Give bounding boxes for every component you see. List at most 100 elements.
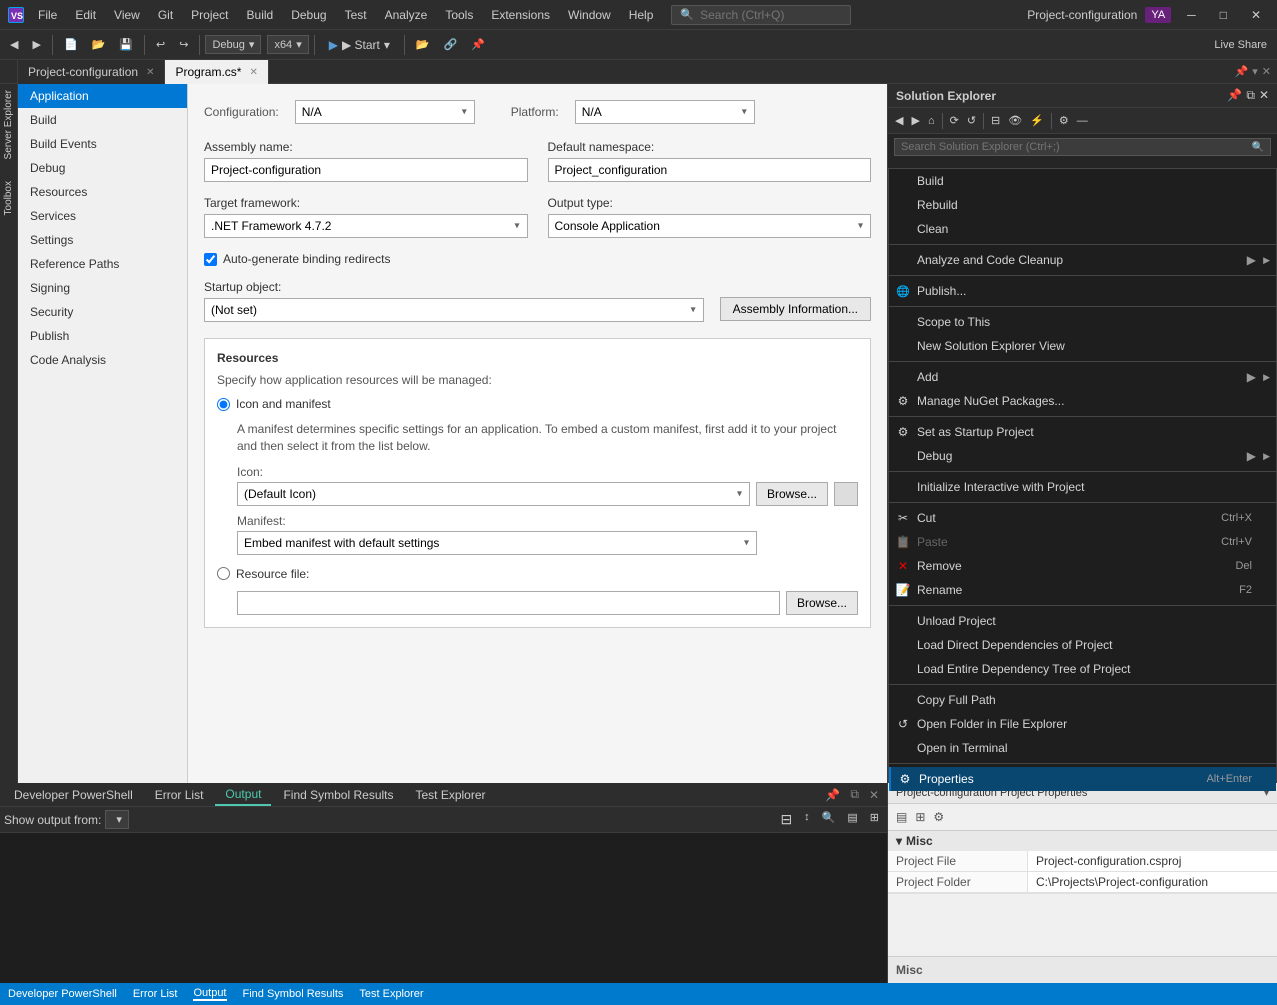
config-select[interactable]: N/A xyxy=(295,100,475,124)
nav-application[interactable]: Application xyxy=(18,84,187,108)
menu-git[interactable]: Git xyxy=(150,4,181,26)
target-framework-select[interactable]: .NET Framework 4.7.2 xyxy=(204,214,528,238)
tab-test-explorer[interactable]: Test Explorer xyxy=(406,785,496,805)
output-clear[interactable]: ⊟ xyxy=(776,809,796,830)
assembly-info-button[interactable]: Assembly Information... xyxy=(720,297,871,321)
search-input[interactable] xyxy=(700,8,830,22)
output-grid[interactable]: ▤ xyxy=(843,809,861,830)
nav-services[interactable]: Services xyxy=(18,204,187,228)
se-toolbar-refresh[interactable]: ↺ xyxy=(964,112,979,129)
props-alpha[interactable]: ⊞ xyxy=(913,808,927,826)
nav-reference-paths[interactable]: Reference Paths xyxy=(18,252,187,276)
auto-generate-checkbox[interactable] xyxy=(204,253,217,266)
toolbar-new[interactable]: 📄 xyxy=(58,35,84,54)
manifest-select[interactable]: Embed manifest with default settings xyxy=(237,531,757,555)
platform-dropdown[interactable]: x64 ▾ xyxy=(267,35,308,54)
close-btn[interactable]: ✕ xyxy=(1243,8,1269,22)
menu-help[interactable]: Help xyxy=(621,4,662,26)
nav-build-events[interactable]: Build Events xyxy=(18,132,187,156)
ctx-interactive[interactable]: Initialize Interactive with Project xyxy=(889,475,1276,499)
ctx-build[interactable]: Build xyxy=(889,169,1276,193)
ctx-rebuild[interactable]: Rebuild xyxy=(889,193,1276,217)
tab-project-config[interactable]: Project-configuration ✕ xyxy=(18,60,165,84)
status-powershell[interactable]: Developer PowerShell xyxy=(8,988,117,1000)
se-toolbar-home[interactable]: ⌂ xyxy=(925,113,938,129)
ctx-clean[interactable]: Clean xyxy=(889,217,1276,241)
toolbar-folder[interactable]: 📂 xyxy=(410,35,436,54)
toolbar-save-all[interactable]: 💾 xyxy=(113,35,139,54)
ctx-copy-path[interactable]: Copy Full Path xyxy=(889,688,1276,712)
props-properties[interactable]: ⚙ xyxy=(931,808,946,826)
nav-resources[interactable]: Resources xyxy=(18,180,187,204)
tab-chevron[interactable]: ▾ xyxy=(1252,65,1258,78)
output-source-dropdown[interactable]: ▾ xyxy=(105,810,129,829)
output-find[interactable]: 🔍 xyxy=(818,809,840,830)
tab-program-cs[interactable]: Program.cs* ✕ xyxy=(165,60,268,84)
ctx-startup[interactable]: ⚙ Set as Startup Project xyxy=(889,420,1276,444)
toolbar-liveshare[interactable]: 🔗 xyxy=(438,35,464,54)
ctx-rename[interactable]: 📝 Rename F2 xyxy=(889,578,1276,602)
ctx-scope[interactable]: Scope to This xyxy=(889,310,1276,334)
output-word-wrap[interactable]: ↕ xyxy=(800,809,814,830)
ctx-open-terminal[interactable]: Open in Terminal xyxy=(889,736,1276,760)
menu-edit[interactable]: Edit xyxy=(67,4,104,26)
live-share-label[interactable]: Live Share xyxy=(1208,36,1273,54)
se-search[interactable]: 🔍 xyxy=(894,138,1271,156)
tab-close-project[interactable]: ✕ xyxy=(146,67,154,78)
ctx-remove[interactable]: ✕ Remove Del xyxy=(889,554,1276,578)
tab-powershell[interactable]: Developer PowerShell xyxy=(4,785,143,805)
resource-file-input[interactable] xyxy=(237,591,780,615)
platform-select[interactable]: N/A xyxy=(575,100,755,124)
menu-window[interactable]: Window xyxy=(560,4,619,26)
ctx-debug[interactable]: Debug ▶ xyxy=(889,444,1276,468)
ctx-load-tree[interactable]: Load Entire Dependency Tree of Project xyxy=(889,657,1276,681)
props-categorized[interactable]: ▤ xyxy=(894,808,909,826)
search-box[interactable]: 🔍 xyxy=(671,5,851,25)
config-dropdown[interactable]: Debug ▾ xyxy=(205,35,261,54)
tab-pin[interactable]: 📌 xyxy=(1235,65,1249,78)
menu-debug[interactable]: Debug xyxy=(283,4,334,26)
bottom-close[interactable]: ✕ xyxy=(865,788,883,802)
menu-test[interactable]: Test xyxy=(337,4,375,26)
tab-output[interactable]: Output xyxy=(215,784,271,806)
ctx-cut[interactable]: ✂ Cut Ctrl+X xyxy=(889,506,1276,530)
ctx-publish[interactable]: 🌐 Publish... xyxy=(889,279,1276,303)
ctx-nuget[interactable]: ⚙ Manage NuGet Packages... xyxy=(889,389,1276,413)
ctx-unload[interactable]: Unload Project xyxy=(889,609,1276,633)
toolbar-pin[interactable]: 📌 xyxy=(465,35,491,54)
se-toolbar-sync[interactable]: ⟳ xyxy=(947,112,962,129)
se-close-icon[interactable]: ✕ xyxy=(1259,88,1269,103)
icon-select[interactable]: (Default Icon) xyxy=(237,482,750,506)
ctx-load-direct[interactable]: Load Direct Dependencies of Project xyxy=(889,633,1276,657)
default-namespace-input[interactable] xyxy=(548,158,872,182)
status-test-explorer[interactable]: Test Explorer xyxy=(359,988,423,1000)
status-error-list[interactable]: Error List xyxy=(133,988,178,1000)
nav-settings[interactable]: Settings xyxy=(18,228,187,252)
se-toolbar-filter[interactable]: ⚡ xyxy=(1027,112,1047,129)
menu-project[interactable]: Project xyxy=(183,4,236,26)
toolbar-redo[interactable]: ↪ xyxy=(173,35,194,54)
output-type-select[interactable]: Console Application xyxy=(548,214,872,238)
menu-tools[interactable]: Tools xyxy=(437,4,481,26)
props-section-collapse[interactable]: ▾ xyxy=(896,834,902,848)
se-toolbar-preview[interactable]: ⚙ xyxy=(1056,112,1072,129)
nav-code-analysis[interactable]: Code Analysis xyxy=(18,348,187,372)
icon-manifest-radio[interactable] xyxy=(217,398,230,411)
menu-build[interactable]: Build xyxy=(239,4,282,26)
status-output[interactable]: Output xyxy=(193,987,226,1001)
minimize-btn[interactable]: ─ xyxy=(1179,8,1204,22)
nav-debug[interactable]: Debug xyxy=(18,156,187,180)
se-toolbar-back[interactable]: ◀ xyxy=(892,112,906,129)
ctx-add[interactable]: Add ▶ xyxy=(889,365,1276,389)
se-pin-icon[interactable]: 📌 xyxy=(1227,88,1242,103)
se-float-icon[interactable]: ⧉ xyxy=(1246,88,1255,103)
menu-extensions[interactable]: Extensions xyxy=(483,4,558,26)
toolbar-back[interactable]: ◀ xyxy=(4,35,24,54)
menu-view[interactable]: View xyxy=(106,4,148,26)
resource-file-radio[interactable] xyxy=(217,567,230,580)
icon-browse-button[interactable]: Browse... xyxy=(756,482,828,506)
menu-analyze[interactable]: Analyze xyxy=(377,4,436,26)
nav-build[interactable]: Build xyxy=(18,108,187,132)
toolbar-forward[interactable]: ▶ xyxy=(26,35,46,54)
nav-publish[interactable]: Publish xyxy=(18,324,187,348)
